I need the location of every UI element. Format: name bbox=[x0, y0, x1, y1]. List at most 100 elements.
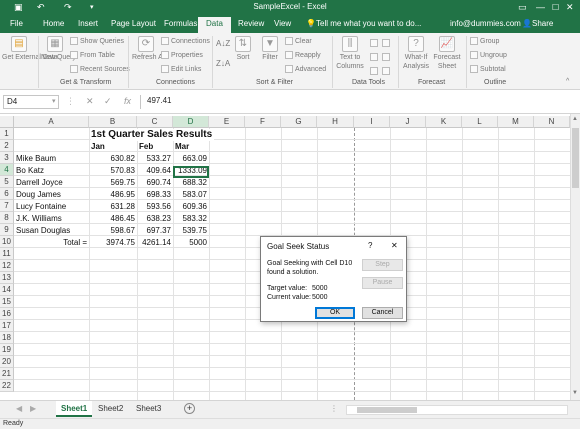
row-header[interactable]: 21 bbox=[0, 368, 14, 380]
row-header[interactable]: 8 bbox=[0, 212, 14, 224]
name-cell[interactable]: J.K. Williams bbox=[16, 213, 62, 225]
column-header-l[interactable]: L bbox=[462, 116, 498, 128]
sort-button[interactable]: ⇅ Sort bbox=[232, 36, 254, 62]
row-header[interactable]: 2 bbox=[0, 140, 14, 152]
ungroup-button[interactable]: Ungroup bbox=[470, 51, 507, 60]
flash-fill-icon[interactable] bbox=[370, 39, 380, 48]
column-header-j[interactable]: J bbox=[390, 116, 426, 128]
scrollbar-thumb[interactable] bbox=[572, 128, 579, 188]
sort-descending-button[interactable]: Z↓A bbox=[216, 59, 230, 68]
name-cell[interactable]: Mike Baum bbox=[16, 153, 56, 165]
value-cell[interactable]: 570.83 bbox=[89, 165, 135, 177]
row-header[interactable]: 11 bbox=[0, 248, 14, 260]
ribbon-display-options-icon[interactable]: ▭ bbox=[518, 2, 527, 13]
sheet-title-cell[interactable]: 1st Quarter Sales Results bbox=[91, 129, 215, 141]
column-header-d[interactable]: D bbox=[173, 116, 209, 128]
minimize-icon[interactable]: — bbox=[536, 2, 545, 13]
tell-me-box[interactable]: Tell me what you want to do... bbox=[316, 19, 421, 29]
tab-data[interactable]: Data bbox=[198, 17, 231, 33]
column-header-e[interactable]: E bbox=[209, 116, 245, 128]
manage-data-model-icon[interactable] bbox=[382, 67, 392, 76]
scroll-down-icon[interactable]: ▼ bbox=[572, 390, 578, 396]
data-validation-icon[interactable] bbox=[370, 67, 380, 76]
column-header-g[interactable]: G bbox=[281, 116, 317, 128]
value-cell[interactable]: 593.56 bbox=[137, 201, 171, 213]
row-header[interactable]: 12 bbox=[0, 260, 14, 272]
value-cell[interactable]: 533.27 bbox=[137, 153, 171, 165]
total-label-cell[interactable]: Total = bbox=[14, 237, 87, 249]
value-cell[interactable]: 631.28 bbox=[89, 201, 135, 213]
tab-page-layout[interactable]: Page Layout bbox=[111, 19, 156, 29]
clear-button[interactable]: Clear bbox=[285, 37, 312, 46]
row-header[interactable]: 5 bbox=[0, 176, 14, 188]
value-cell[interactable]: 630.82 bbox=[89, 153, 135, 165]
value-cell[interactable]: 486.45 bbox=[89, 213, 135, 225]
redo-icon[interactable]: ↷ bbox=[64, 2, 72, 13]
row-header[interactable]: 18 bbox=[0, 332, 14, 344]
tab-file[interactable]: File bbox=[10, 19, 23, 29]
row-header[interactable]: 3 bbox=[0, 152, 14, 164]
cancel-icon[interactable]: ✕ bbox=[86, 96, 94, 107]
name-cell[interactable]: Susan Douglas bbox=[16, 225, 70, 237]
total-cell[interactable]: 4261.14 bbox=[137, 237, 171, 249]
step-button[interactable]: Step bbox=[362, 259, 403, 271]
sheet-tab-sheet2[interactable]: Sheet2 bbox=[98, 403, 123, 415]
close-icon[interactable]: ✕ bbox=[391, 241, 398, 250]
column-header-c[interactable]: C bbox=[137, 116, 173, 128]
next-sheet-icon[interactable]: ▶ bbox=[30, 403, 36, 415]
undo-icon[interactable]: ↶ bbox=[37, 2, 45, 13]
name-cell[interactable]: Darrell Joyce bbox=[16, 177, 63, 189]
vertical-scrollbar[interactable]: ▲ ▼ bbox=[570, 114, 580, 400]
column-header-a[interactable]: A bbox=[14, 116, 89, 128]
row-header[interactable]: 9 bbox=[0, 224, 14, 236]
column-header-h[interactable]: H bbox=[317, 116, 354, 128]
name-box-dropdown-icon[interactable]: ▾ bbox=[52, 96, 56, 107]
share-button[interactable]: Share bbox=[532, 19, 553, 29]
horizontal-scrollbar-thumb[interactable] bbox=[357, 407, 417, 413]
maximize-icon[interactable]: ☐ bbox=[552, 2, 559, 13]
help-icon[interactable]: ? bbox=[368, 241, 372, 250]
value-cell[interactable]: 569.75 bbox=[89, 177, 135, 189]
column-header-f[interactable]: F bbox=[245, 116, 281, 128]
new-query-button[interactable]: ▦ New Query bbox=[41, 36, 76, 62]
show-queries-button[interactable]: Show Queries bbox=[70, 37, 124, 46]
column-header-i[interactable]: I bbox=[354, 116, 390, 128]
get-external-data-button[interactable]: ▤ Get External Data bbox=[2, 36, 58, 62]
tab-home[interactable]: Home bbox=[43, 19, 64, 29]
sort-ascending-button[interactable]: A↓Z bbox=[216, 39, 230, 48]
name-cell[interactable]: Doug James bbox=[16, 189, 61, 201]
quick-access-menu-icon[interactable]: ▾ bbox=[90, 2, 94, 13]
row-header[interactable]: 7 bbox=[0, 200, 14, 212]
formula-input[interactable]: 497.41 bbox=[140, 95, 577, 109]
recent-sources-button[interactable]: Recent Sources bbox=[70, 65, 130, 74]
value-cell[interactable]: 583.32 bbox=[173, 213, 207, 225]
advanced-button[interactable]: Advanced bbox=[285, 65, 326, 74]
row-header[interactable]: 13 bbox=[0, 272, 14, 284]
what-if-analysis-button[interactable]: ? What-If Analysis bbox=[401, 36, 431, 71]
row-header[interactable]: 10 bbox=[0, 236, 14, 248]
column-header-b[interactable]: B bbox=[89, 116, 137, 128]
value-cell[interactable]: 688.32 bbox=[173, 177, 207, 189]
row-header[interactable]: 1 bbox=[0, 128, 14, 140]
column-header-m[interactable]: M bbox=[498, 116, 534, 128]
row-header[interactable]: 6 bbox=[0, 188, 14, 200]
select-all-corner[interactable] bbox=[0, 116, 14, 128]
tab-review[interactable]: Review bbox=[238, 19, 264, 29]
close-icon[interactable]: ✕ bbox=[566, 2, 574, 13]
horizontal-scrollbar[interactable] bbox=[346, 405, 568, 415]
value-cell[interactable]: 663.09 bbox=[173, 153, 207, 165]
name-box[interactable]: D4 bbox=[3, 95, 59, 109]
previous-sheet-icon[interactable]: ◀ bbox=[16, 403, 22, 415]
tab-insert[interactable]: Insert bbox=[78, 19, 98, 29]
row-header[interactable]: 15 bbox=[0, 296, 14, 308]
value-cell[interactable]: 638.23 bbox=[137, 213, 171, 225]
row-header[interactable]: 17 bbox=[0, 320, 14, 332]
collapse-ribbon-icon[interactable]: ^ bbox=[566, 77, 569, 86]
sign-in-account[interactable]: info@dummies.com bbox=[450, 19, 521, 29]
cancel-button[interactable]: Cancel bbox=[362, 307, 403, 319]
insert-function-icon[interactable]: fx bbox=[124, 96, 131, 107]
value-cell[interactable]: 486.95 bbox=[89, 189, 135, 201]
row-header[interactable]: 4 bbox=[0, 164, 14, 176]
column-header-k[interactable]: K bbox=[426, 116, 462, 128]
ok-button[interactable]: OK bbox=[315, 307, 355, 319]
